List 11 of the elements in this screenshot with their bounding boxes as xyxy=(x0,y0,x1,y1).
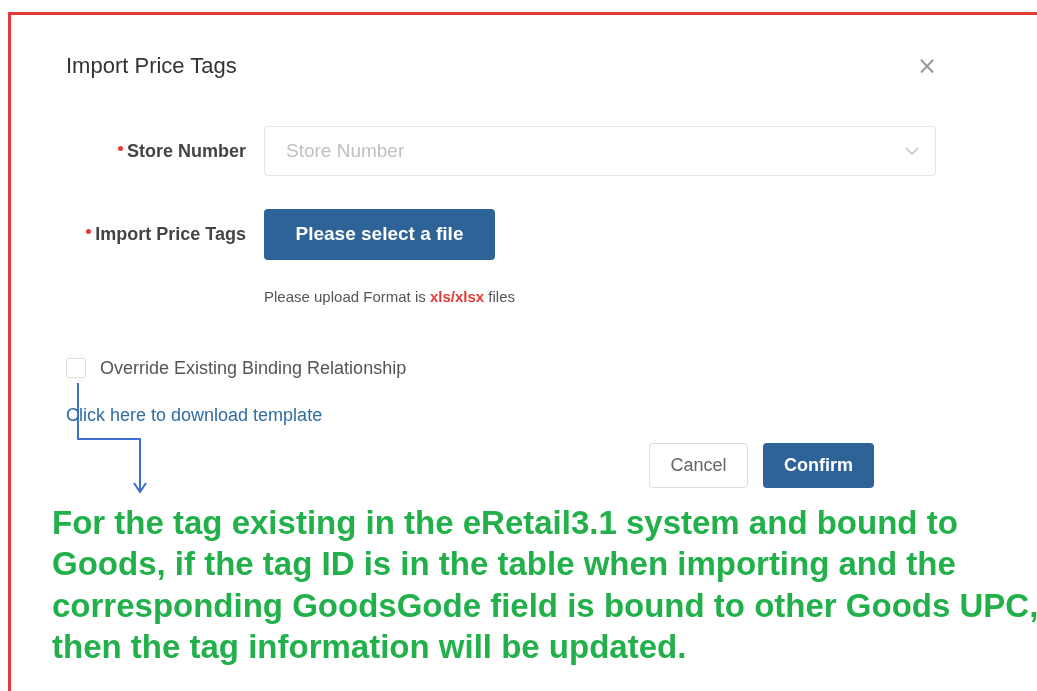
upload-hint: Please upload Format is xls/xlsx files xyxy=(264,287,515,307)
annotation-text: For the tag existing in the eRetail3.1 system and bound to Goods, if the tag ID is in the table when importing and the corresponding GoodsGode field is bound to other Goods UPC, then the tag information will be updated. xyxy=(52,502,1037,667)
checkbox[interactable] xyxy=(66,358,86,378)
cancel-button[interactable]: Cancel xyxy=(649,442,748,488)
dialog-title: Import Price Tags xyxy=(66,52,237,80)
chevron-down-icon xyxy=(905,147,919,155)
field-label: Store Number xyxy=(126,139,246,163)
checkbox-label: Override Existing Binding Relationship xyxy=(100,356,407,380)
select-file-button[interactable]: Please select a file xyxy=(264,209,495,260)
field-label: Import Price Tags xyxy=(95,222,246,246)
confirm-button[interactable]: Confirm xyxy=(763,442,874,488)
